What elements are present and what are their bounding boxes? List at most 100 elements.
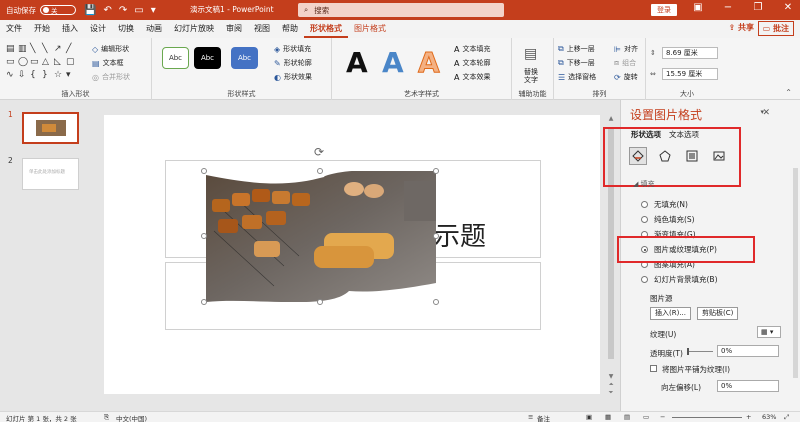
resize-handle-tr[interactable] bbox=[433, 168, 439, 174]
resize-handle-l[interactable] bbox=[201, 233, 207, 239]
shape-style-2[interactable]: Abc bbox=[194, 47, 221, 69]
redo-icon[interactable]: ↷ bbox=[119, 5, 127, 16]
star-shape-icon[interactable]: ☆ bbox=[54, 70, 66, 80]
fill-section-header[interactable]: ◢ 填充 bbox=[633, 179, 655, 189]
shape-outline-button[interactable]: ✎ 形状轮廓 bbox=[274, 58, 312, 68]
offset-left-input[interactable]: 0% bbox=[717, 380, 779, 392]
collapse-ribbon-icon[interactable]: ⌃ bbox=[785, 88, 792, 97]
login-button[interactable]: 登录 bbox=[651, 4, 677, 16]
line3-shape-icon[interactable]: ╱ bbox=[66, 44, 78, 54]
brace-shape-icon[interactable]: { bbox=[30, 70, 42, 80]
zoom-in-icon[interactable]: + bbox=[746, 413, 751, 421]
transparency-slider-thumb[interactable] bbox=[687, 348, 689, 355]
transparency-input[interactable]: 0% bbox=[717, 345, 779, 357]
tab-file[interactable]: 文件 bbox=[0, 20, 28, 38]
slide-sorter-icon[interactable]: ▦ bbox=[605, 413, 611, 421]
text-box-shape-icon[interactable]: ▤ bbox=[6, 44, 18, 54]
tab-design[interactable]: 设计 bbox=[84, 20, 112, 38]
send-backward-button[interactable]: ⧉ 下移一层 bbox=[558, 58, 595, 68]
tab-picture-format[interactable]: 图片格式 bbox=[348, 20, 392, 38]
tab-view[interactable]: 视图 bbox=[248, 20, 276, 38]
clipboard-button[interactable]: 剪贴板(C) bbox=[697, 307, 739, 320]
text-outline-button[interactable]: A 文本轮廓 bbox=[454, 58, 490, 68]
edit-shape-button[interactable]: ◇ 编辑形状 bbox=[92, 44, 129, 54]
pane-close-icon[interactable]: ✕ bbox=[762, 108, 770, 118]
comment-button[interactable]: ▭ 批注 bbox=[757, 21, 794, 36]
width-input[interactable]: 15.59 厘米 bbox=[662, 68, 718, 80]
shape-fill-button[interactable]: ◈ 形状填充 bbox=[274, 44, 311, 54]
transparency-slider[interactable] bbox=[687, 351, 713, 352]
brace2-shape-icon[interactable]: } bbox=[42, 70, 54, 80]
selection-pane-button[interactable]: ☰ 选择窗格 bbox=[558, 72, 596, 82]
zoom-slider[interactable] bbox=[672, 417, 742, 418]
triangle-shape-icon[interactable]: △ bbox=[42, 57, 54, 67]
pane-scrollbar[interactable] bbox=[793, 168, 798, 378]
tab-review[interactable]: 审阅 bbox=[220, 20, 248, 38]
height-input[interactable]: 8.69 厘米 bbox=[662, 47, 718, 59]
shape-effects-button[interactable]: ◐ 形状效果 bbox=[274, 72, 312, 82]
close-icon[interactable]: ✕ bbox=[782, 2, 794, 13]
tab-shape-format[interactable]: 形状格式 bbox=[304, 20, 348, 38]
vertical-text-shape-icon[interactable]: ▥ bbox=[18, 44, 30, 54]
autosave-toggle[interactable]: 关 bbox=[40, 5, 76, 15]
shape-style-1[interactable]: Abc bbox=[162, 47, 189, 69]
notes-label[interactable]: 备注 bbox=[537, 413, 550, 422]
alt-text-label[interactable]: 替换文字 bbox=[524, 68, 544, 84]
shape-style-3[interactable]: Abc bbox=[231, 47, 258, 69]
arrow-shape-icon[interactable]: ↗ bbox=[54, 44, 66, 54]
tab-help[interactable]: 帮助 bbox=[276, 20, 304, 38]
title-text[interactable]: 示题 bbox=[434, 216, 486, 253]
slide-canvas[interactable]: 示题 ⟳ bbox=[104, 115, 600, 394]
language-label[interactable]: 中文(中国) bbox=[116, 413, 147, 422]
undo-icon[interactable]: ↶ bbox=[103, 5, 111, 16]
zoom-out-icon[interactable]: − bbox=[660, 413, 665, 421]
tab-home[interactable]: 开始 bbox=[28, 20, 56, 38]
tab-animations[interactable]: 动画 bbox=[140, 20, 168, 38]
arrow2-shape-icon[interactable]: ⇩ bbox=[18, 70, 30, 80]
normal-view-icon[interactable]: ▣ bbox=[586, 413, 592, 421]
shapes-gallery[interactable]: ▤ ▥ ╲ ╲ ↗ ╱ ▭ ◯ ▭ △ ◺ ▢ ∿ ⇩ { } ☆ ▾ bbox=[6, 44, 78, 80]
resize-handle-br[interactable] bbox=[433, 299, 439, 305]
wordart-style-2[interactable]: A bbox=[382, 46, 404, 79]
merge-shapes-button[interactable]: ◎ 合并形状 bbox=[92, 72, 130, 82]
resize-handle-t[interactable] bbox=[317, 168, 323, 174]
triangle2-shape-icon[interactable]: ◺ bbox=[54, 57, 66, 67]
maximize-icon[interactable]: ❐ bbox=[752, 2, 764, 13]
zoom-level[interactable]: 63% bbox=[762, 413, 776, 421]
prev-slide-icon[interactable]: ⏶ bbox=[607, 381, 615, 389]
resize-handle-tl[interactable] bbox=[201, 168, 207, 174]
reading-view-icon[interactable]: ▤ bbox=[624, 413, 630, 421]
tile-checkbox[interactable] bbox=[650, 365, 657, 372]
fill-option-background[interactable]: 幻灯片背景填充(B) bbox=[641, 274, 718, 285]
oval-shape-icon[interactable]: ◯ bbox=[18, 57, 30, 67]
resize-handle-bl[interactable] bbox=[201, 299, 207, 305]
rect-shape-icon[interactable]: ▭ bbox=[6, 57, 18, 67]
more-shapes-icon[interactable]: ▾ bbox=[66, 70, 78, 80]
minimize-icon[interactable]: − bbox=[722, 2, 734, 13]
curve-shape-icon[interactable]: ∿ bbox=[6, 70, 18, 80]
notes-icon[interactable]: ≡ bbox=[528, 413, 533, 421]
alt-text-icon[interactable]: ▤ bbox=[524, 46, 537, 62]
tab-slideshow[interactable]: 幻灯片放映 bbox=[168, 20, 220, 38]
radio-background[interactable] bbox=[641, 276, 648, 283]
insert-picture-button[interactable]: 插入(R)... bbox=[650, 307, 692, 320]
text-effects-button[interactable]: A 文本效果 bbox=[454, 72, 490, 82]
ribbon-display-icon[interactable]: ▣ bbox=[692, 2, 704, 13]
next-slide-icon[interactable]: ⏷ bbox=[607, 389, 615, 397]
resize-handle-b[interactable] bbox=[317, 299, 323, 305]
text-fill-button[interactable]: A 文本填充 bbox=[454, 44, 490, 54]
tab-transitions[interactable]: 切换 bbox=[112, 20, 140, 38]
fit-slide-icon[interactable]: ⤢ bbox=[784, 413, 789, 422]
text-box-button[interactable]: ▤ 文本框 bbox=[92, 58, 124, 68]
group-button[interactable]: ⧈ 组合 bbox=[614, 58, 636, 68]
scroll-up-icon[interactable]: ▲ bbox=[607, 115, 615, 122]
save-icon[interactable]: 💾 bbox=[84, 5, 96, 16]
spellcheck-icon[interactable]: ⎘ bbox=[104, 413, 109, 422]
resize-handle-r[interactable] bbox=[433, 233, 439, 239]
search-box[interactable]: ⌕ 搜索 bbox=[298, 3, 504, 17]
share-button[interactable]: ⇪ 共享 bbox=[729, 22, 755, 33]
customize-qa-icon[interactable]: ▾ bbox=[151, 5, 156, 16]
slide-thumbnail-1[interactable] bbox=[22, 112, 79, 144]
radio-solid[interactable] bbox=[641, 216, 648, 223]
picture-shape[interactable] bbox=[204, 171, 436, 302]
